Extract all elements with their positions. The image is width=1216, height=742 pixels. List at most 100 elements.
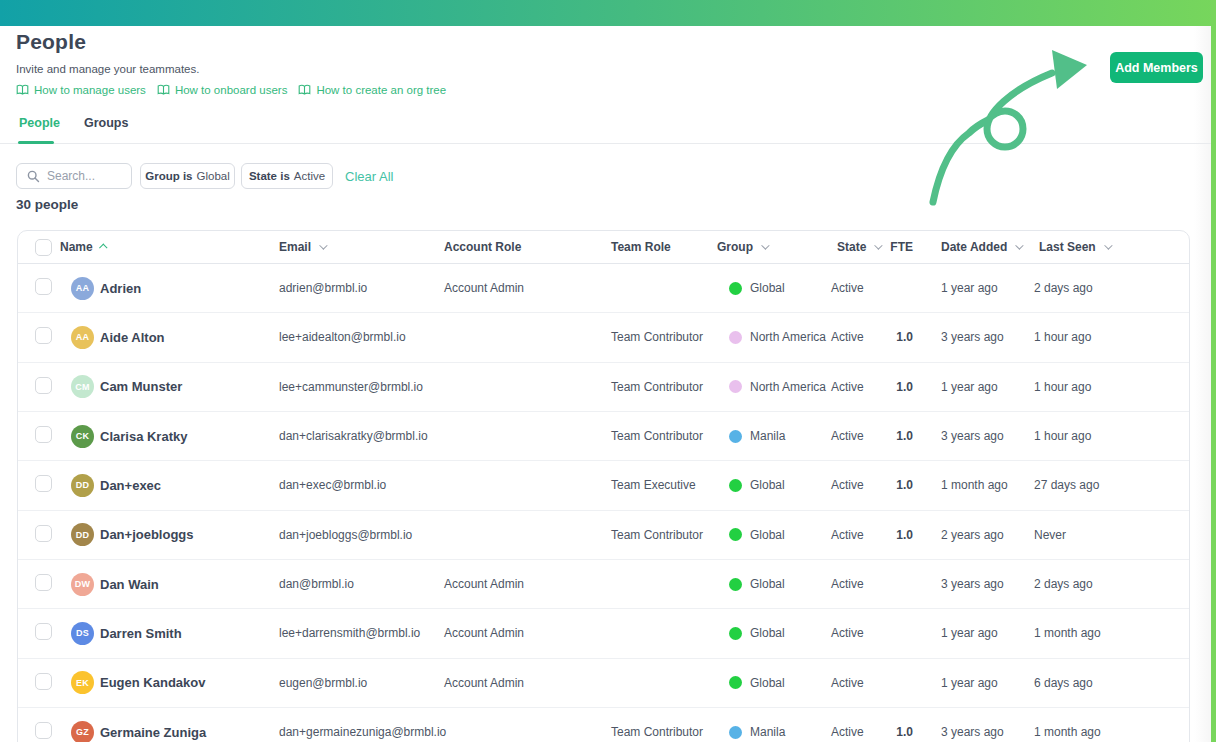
select-all-checkbox[interactable]	[35, 239, 52, 256]
sort-icon	[319, 241, 327, 249]
group-color-dot	[729, 430, 742, 443]
cell-name: Darren Smith	[100, 626, 182, 641]
row-checkbox[interactable]	[35, 722, 52, 739]
cell-group: Global	[717, 478, 831, 492]
cell-last-seen: 1 hour ago	[1031, 429, 1189, 443]
cell-email: dan+germainezuniga@brmbl.io	[279, 725, 444, 739]
row-checkbox[interactable]	[35, 525, 52, 542]
filter-chip-group[interactable]: Group is Global	[140, 163, 235, 189]
column-header-team-role[interactable]: Team Role	[611, 240, 717, 254]
row-checkbox[interactable]	[35, 377, 52, 394]
chip-value: Global	[197, 170, 230, 182]
help-link-org-tree[interactable]: How to create an org tree	[298, 84, 446, 96]
column-header-date-added[interactable]: Date Added	[918, 240, 1031, 254]
cell-date-added: 3 years ago	[918, 330, 1031, 344]
row-checkbox[interactable]	[35, 278, 52, 295]
cell-account-role: Account Admin	[444, 626, 611, 640]
avatar: CK	[71, 425, 94, 448]
group-color-dot	[729, 528, 742, 541]
help-link-label: How to create an org tree	[316, 84, 446, 96]
active-tab-underline	[18, 141, 54, 144]
cell-last-seen: 1 hour ago	[1031, 380, 1189, 394]
cell-date-added: 3 years ago	[918, 725, 1031, 739]
cell-state: Active	[831, 380, 881, 394]
table-row[interactable]: AAAide Alton lee+aidealton@brmbl.io Team…	[18, 313, 1189, 362]
cell-state: Active	[831, 429, 881, 443]
table-row[interactable]: EKEugen Kandakov eugen@brmbl.io Account …	[18, 659, 1189, 708]
cell-fte: 1.0	[881, 528, 918, 542]
group-color-dot	[729, 380, 742, 393]
filter-chip-state[interactable]: State is Active	[241, 163, 333, 189]
cell-date-added: 1 year ago	[918, 281, 1031, 295]
cell-group: Global	[717, 626, 831, 640]
search-box[interactable]	[16, 163, 132, 189]
row-checkbox[interactable]	[35, 327, 52, 344]
cell-email: lee+cammunster@brmbl.io	[279, 380, 444, 394]
column-header-fte[interactable]: FTE	[881, 240, 918, 254]
cell-account-role: Account Admin	[444, 676, 611, 690]
cell-state: Active	[831, 676, 881, 690]
table-row[interactable]: DWDan Wain dan@brmbl.io Account Admin Gl…	[18, 560, 1189, 609]
help-link-manage-users[interactable]: How to manage users	[16, 84, 146, 96]
cell-date-added: 3 years ago	[918, 577, 1031, 591]
column-header-name[interactable]: Name	[60, 240, 279, 254]
column-header-last-seen[interactable]: Last Seen	[1031, 240, 1189, 254]
search-input[interactable]	[47, 169, 117, 183]
cell-email: dan+exec@brmbl.io	[279, 478, 444, 492]
column-header-email[interactable]: Email	[279, 240, 444, 254]
column-header-account-role[interactable]: Account Role	[444, 240, 611, 254]
cell-date-added: 3 years ago	[918, 429, 1031, 443]
chip-field: State is	[249, 170, 290, 182]
people-table: Name Email Account Role Team Role Group …	[17, 230, 1190, 742]
cell-state: Active	[831, 626, 881, 640]
column-header-group[interactable]: Group	[717, 240, 831, 254]
row-checkbox[interactable]	[35, 673, 52, 690]
table-row[interactable]: DDDan+joebloggs dan+joebloggs@brmbl.io T…	[18, 511, 1189, 560]
table-row[interactable]: CMCam Munster lee+cammunster@brmbl.io Te…	[18, 363, 1189, 412]
table-row[interactable]: GZGermaine Zuniga dan+germainezuniga@brm…	[18, 708, 1189, 742]
cell-email: dan@brmbl.io	[279, 577, 444, 591]
clear-all-link[interactable]: Clear All	[345, 169, 393, 184]
cell-team-role: Team Contributor	[611, 330, 717, 344]
book-icon	[157, 84, 170, 96]
column-header-state[interactable]: State	[831, 240, 881, 254]
cell-email: dan+joebloggs@brmbl.io	[279, 528, 444, 542]
row-checkbox[interactable]	[35, 574, 52, 591]
search-icon	[27, 170, 40, 183]
cell-date-added: 1 year ago	[918, 626, 1031, 640]
table-row[interactable]: DDDan+exec dan+exec@brmbl.io Team Execut…	[18, 461, 1189, 510]
cell-email: dan+clarisakratky@brmbl.io	[279, 429, 444, 443]
help-links: How to manage users How to onboard users…	[16, 84, 446, 96]
group-color-dot	[729, 282, 742, 295]
cell-name: Clarisa Kratky	[100, 429, 187, 444]
cell-fte: 1.0	[881, 478, 918, 492]
row-checkbox[interactable]	[35, 623, 52, 640]
cell-last-seen: 2 days ago	[1031, 281, 1189, 295]
top-gradient-bar	[0, 0, 1216, 26]
avatar: DW	[71, 573, 94, 596]
add-members-button[interactable]: Add Members	[1110, 52, 1203, 83]
table-row[interactable]: DSDarren Smith lee+darrensmith@brmbl.io …	[18, 609, 1189, 658]
group-color-dot	[729, 578, 742, 591]
row-checkbox[interactable]	[35, 475, 52, 492]
help-link-onboard-users[interactable]: How to onboard users	[157, 84, 288, 96]
table-row[interactable]: AAAdrien adrien@brmbl.io Account Admin G…	[18, 264, 1189, 313]
tab-groups[interactable]: Groups	[84, 116, 128, 130]
cell-team-role: Team Contributor	[611, 725, 717, 739]
avatar: GZ	[71, 721, 94, 742]
cell-group: Manila	[717, 429, 831, 443]
table-row[interactable]: CK Clarisa Kratky dan+clarisakratky@brmbl…	[18, 412, 1189, 461]
avatar: CM	[71, 375, 94, 398]
cell-email: lee+darrensmith@brmbl.io	[279, 626, 444, 640]
row-checkbox[interactable]	[35, 426, 52, 443]
cell-date-added: 1 year ago	[918, 380, 1031, 394]
cell-last-seen: 1 month ago	[1031, 626, 1189, 640]
avatar: DD	[71, 523, 94, 546]
hand-drawn-arrow-icon	[915, 35, 1110, 215]
cell-date-added: 1 year ago	[918, 676, 1031, 690]
cell-fte: 1.0	[881, 330, 918, 344]
cell-name: Cam Munster	[100, 379, 182, 394]
cell-last-seen: Never	[1031, 528, 1189, 542]
page-subtitle: Invite and manage your teammates.	[16, 63, 199, 75]
tab-people[interactable]: People	[19, 116, 60, 130]
